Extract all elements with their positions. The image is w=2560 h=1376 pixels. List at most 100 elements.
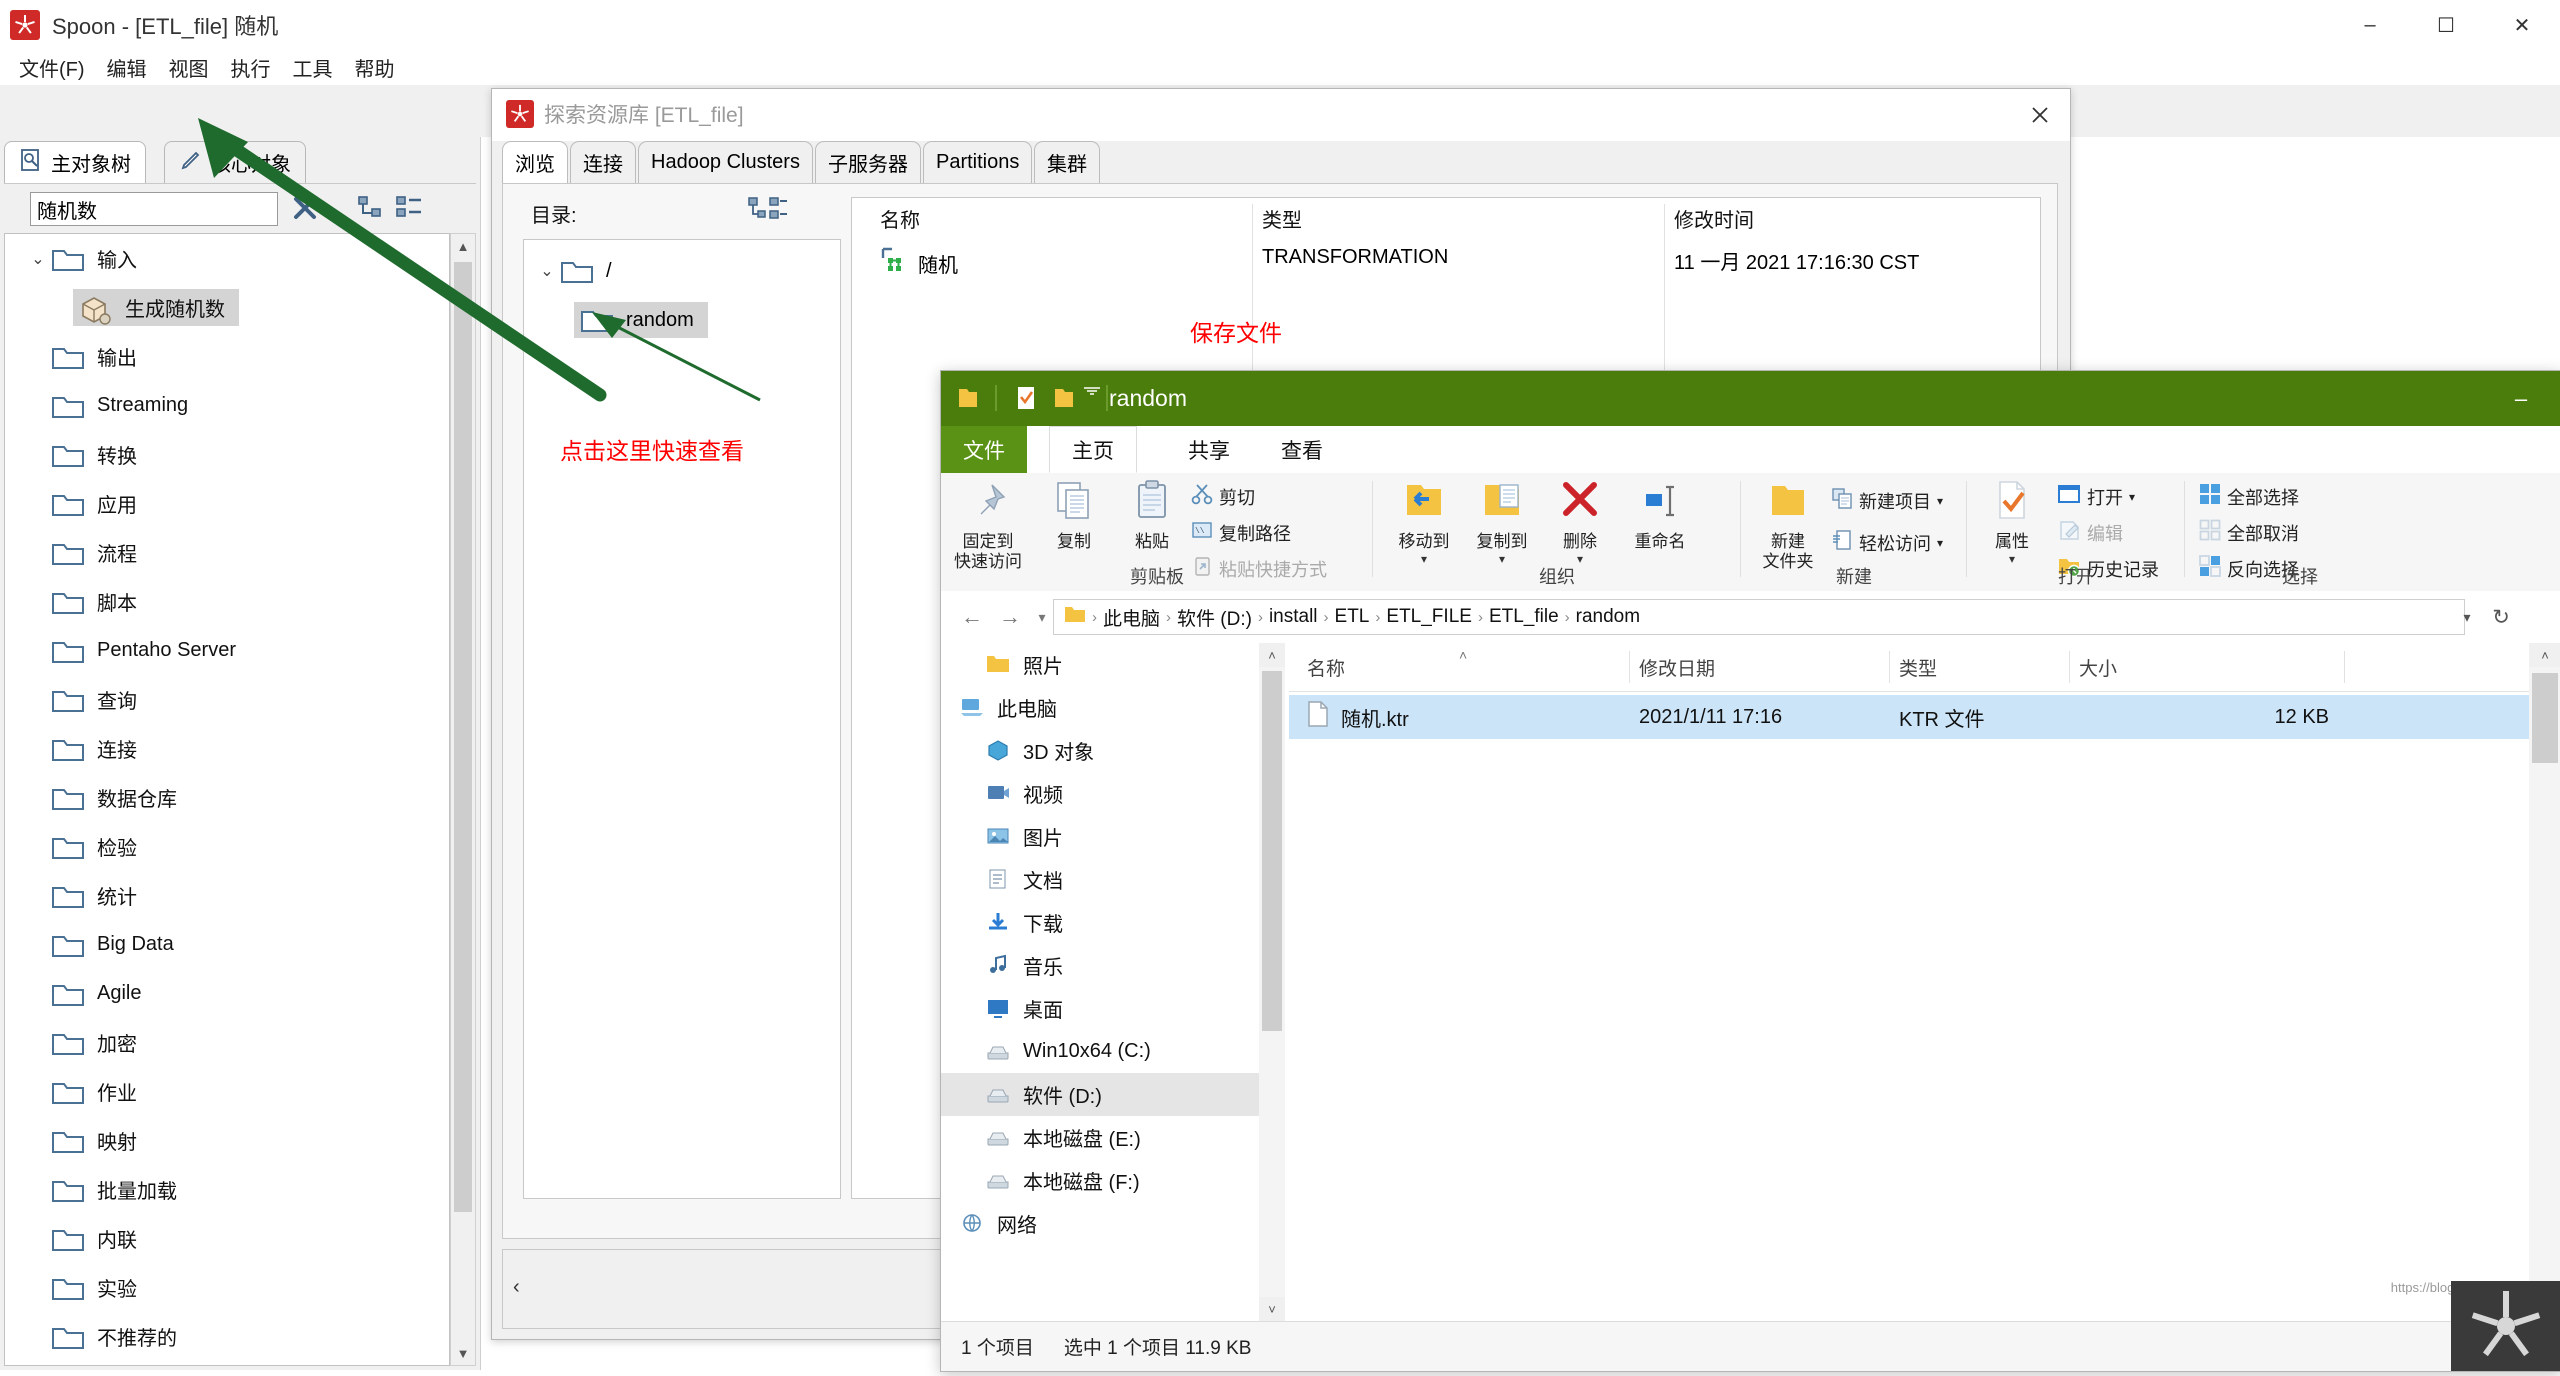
left-panel-scrollbar[interactable]: ▲ ▼ (450, 233, 476, 1366)
column-divider[interactable] (1889, 651, 1890, 683)
tree-item[interactable]: 连接 (5, 724, 449, 773)
column-header-size[interactable]: 大小 (2079, 643, 2117, 691)
chevron-down-icon[interactable]: ▾ (2129, 490, 2135, 504)
back-arrow-icon[interactable]: ← (955, 601, 989, 633)
folder-icon[interactable] (955, 385, 983, 413)
chevron-down-icon[interactable]: ⌄ (25, 249, 51, 269)
nav-item[interactable]: 本地磁盘 (E:) (941, 1116, 1259, 1159)
list-item[interactable]: 随机.ktr 2021/1/11 17:16 KTR 文件 12 KB (1289, 695, 2529, 739)
menu-item-help[interactable]: 帮助 (344, 51, 406, 84)
nav-item[interactable]: 文档 (941, 858, 1259, 901)
chevron-down-icon[interactable]: ▾ (1937, 536, 1943, 550)
table-row[interactable]: 随机 TRANSFORMATION 11 一月 2021 17:16:30 CS… (852, 246, 2040, 294)
properties-button[interactable]: 属性 ▾ (1969, 479, 2055, 566)
new-folder-button[interactable]: 新建 文件夹 (1745, 479, 1831, 571)
tree-item[interactable]: 查询 (5, 675, 449, 724)
tab-object-tree[interactable]: 主对象树 (4, 141, 146, 183)
scroll-down-icon[interactable]: ▼ (451, 1341, 475, 1365)
nav-item[interactable]: 软件 (D:) (941, 1073, 1259, 1116)
close-icon[interactable] (2024, 99, 2056, 131)
tree-item[interactable]: 数据仓库 (5, 773, 449, 822)
new-item-button[interactable]: 新建项目 ▾ (1831, 487, 1943, 514)
select-all-button[interactable]: 全部选择 (2199, 483, 2299, 510)
tree-item[interactable]: 不推荐的 (5, 1312, 449, 1361)
search-input[interactable] (30, 192, 278, 226)
edit-button[interactable]: 编辑 (2057, 519, 2123, 546)
collapse-all-icon[interactable] (356, 194, 390, 226)
copy-button[interactable]: 复制 (1031, 479, 1117, 552)
repo-tab-0[interactable]: 浏览 (502, 141, 568, 183)
refresh-icon[interactable]: ↻ (2485, 601, 2517, 633)
menu-item-tools[interactable]: 工具 (282, 51, 344, 84)
repository-directory-tree[interactable]: ⌄ / random (523, 239, 841, 1199)
scroll-left-icon[interactable]: ‹ (513, 1276, 520, 1299)
scrollbar-thumb[interactable] (1262, 671, 1282, 1031)
breadcrumb-item[interactable]: random (1576, 606, 1640, 628)
column-header-modified[interactable]: 修改日期 (1639, 643, 1715, 691)
column-divider[interactable] (2344, 651, 2345, 683)
scroll-up-icon[interactable]: ˄ (1259, 643, 1285, 667)
tree-item[interactable]: 实验 (5, 1263, 449, 1312)
breadcrumb-item[interactable]: ETL_FILE (1386, 606, 1472, 628)
repo-tab-4[interactable]: Partitions (923, 141, 1033, 183)
paste-button[interactable]: 粘贴 (1109, 479, 1195, 552)
chevron-down-icon[interactable]: ▾ (1937, 494, 1943, 508)
nav-item[interactable]: 视频 (941, 772, 1259, 815)
column-header-name[interactable]: 名称 (880, 198, 920, 238)
nav-item[interactable]: 此电脑 (941, 686, 1259, 729)
tree-item[interactable]: 脚本 (5, 577, 449, 626)
repo-tab-1[interactable]: 连接 (570, 141, 636, 183)
nav-item[interactable]: 音乐 (941, 944, 1259, 987)
nav-item[interactable]: Win10x64 (C:) (941, 1030, 1259, 1073)
scroll-up-icon[interactable]: ˄ (2529, 643, 2560, 667)
tree-item[interactable]: 映射 (5, 1116, 449, 1165)
minimize-button[interactable]: – (2332, 0, 2408, 50)
tree-item[interactable]: ⌄ 输入 (5, 234, 449, 283)
breadcrumb-item[interactable]: ETL (1335, 606, 1370, 628)
maximize-button[interactable]: ☐ (2408, 0, 2484, 50)
tab-core-objects[interactable]: 核心对象 (164, 141, 306, 183)
tree-item[interactable]: 生成随机数 (5, 283, 449, 332)
chevron-down-icon[interactable]: ⌄ (534, 261, 560, 281)
breadcrumb-item[interactable]: 此电脑 (1103, 604, 1160, 631)
breadcrumb[interactable]: › 此电脑 › 软件 (D:) › install › ETL › ETL_FILE › ETL_fi… (1053, 599, 2465, 635)
open-button[interactable]: 打开 ▾ (2057, 483, 2135, 510)
repo-tree-item-random[interactable]: random (574, 302, 708, 338)
minimize-button[interactable]: – (2491, 371, 2551, 426)
clear-x-icon[interactable] (290, 194, 324, 226)
breadcrumb-item[interactable]: ETL_file (1489, 606, 1559, 628)
tree-item[interactable]: 检验 (5, 822, 449, 871)
path-dropdown-icon[interactable]: ▾ (2453, 601, 2481, 633)
menu-item-view[interactable]: 视图 (158, 51, 220, 84)
navigation-pane[interactable]: 照片 此电脑 3D 对象 视频 图片 文档 下载 音乐 桌面 Win10x64 (C:) 软件 (D… (941, 643, 1259, 1321)
tree-item[interactable]: 统计 (5, 871, 449, 920)
ribbon-tab-view[interactable]: 查看 (1259, 426, 1345, 473)
file-list-scrollbar[interactable]: ˄ ˅ (2529, 643, 2560, 1321)
easy-access-button[interactable]: 轻松访问 ▾ (1831, 529, 1943, 556)
copy-path-button[interactable]: \\ 复制路径 (1191, 519, 1291, 546)
nav-item[interactable]: 照片 (941, 643, 1259, 686)
object-tree[interactable]: ⌄ 输入 生成随机数 输出 Streaming 转换 应用 流程 脚本 Pentaho Serve… (4, 233, 450, 1366)
tree-tools-icon[interactable] (748, 196, 788, 224)
breadcrumb-item[interactable]: install (1269, 606, 1318, 628)
tree-item[interactable]: Pentaho Server (5, 626, 449, 675)
move-to-button[interactable]: 移动到 ▾ (1381, 479, 1467, 566)
forward-arrow-icon[interactable]: → (993, 601, 1027, 633)
tree-item[interactable]: Big Data (5, 920, 449, 969)
column-divider[interactable] (2069, 651, 2070, 683)
ribbon-tab-share[interactable]: 共享 (1166, 426, 1252, 473)
menu-item-file[interactable]: 文件(F) (8, 51, 96, 84)
delete-button[interactable]: 删除 ▾ (1537, 479, 1623, 566)
pin-to-quick-access-button[interactable]: 固定到 快速访问 (945, 479, 1031, 571)
qat-dropdown-icon[interactable] (1083, 385, 1103, 413)
breadcrumb-item[interactable]: 软件 (D:) (1177, 604, 1252, 631)
rename-button[interactable]: 重命名 (1617, 479, 1703, 552)
tree-item[interactable]: 转换 (5, 430, 449, 479)
select-none-button[interactable]: 全部取消 (2199, 519, 2299, 546)
navigation-scrollbar[interactable]: ˄ ˅ (1259, 643, 1285, 1321)
menu-item-run[interactable]: 执行 (220, 51, 282, 84)
scrollbar-thumb[interactable] (454, 262, 472, 1212)
tree-item[interactable]: 流程 (5, 528, 449, 577)
repo-tree-item-root[interactable]: ⌄ / (534, 258, 612, 284)
nav-item[interactable]: 网络 (941, 1202, 1259, 1245)
